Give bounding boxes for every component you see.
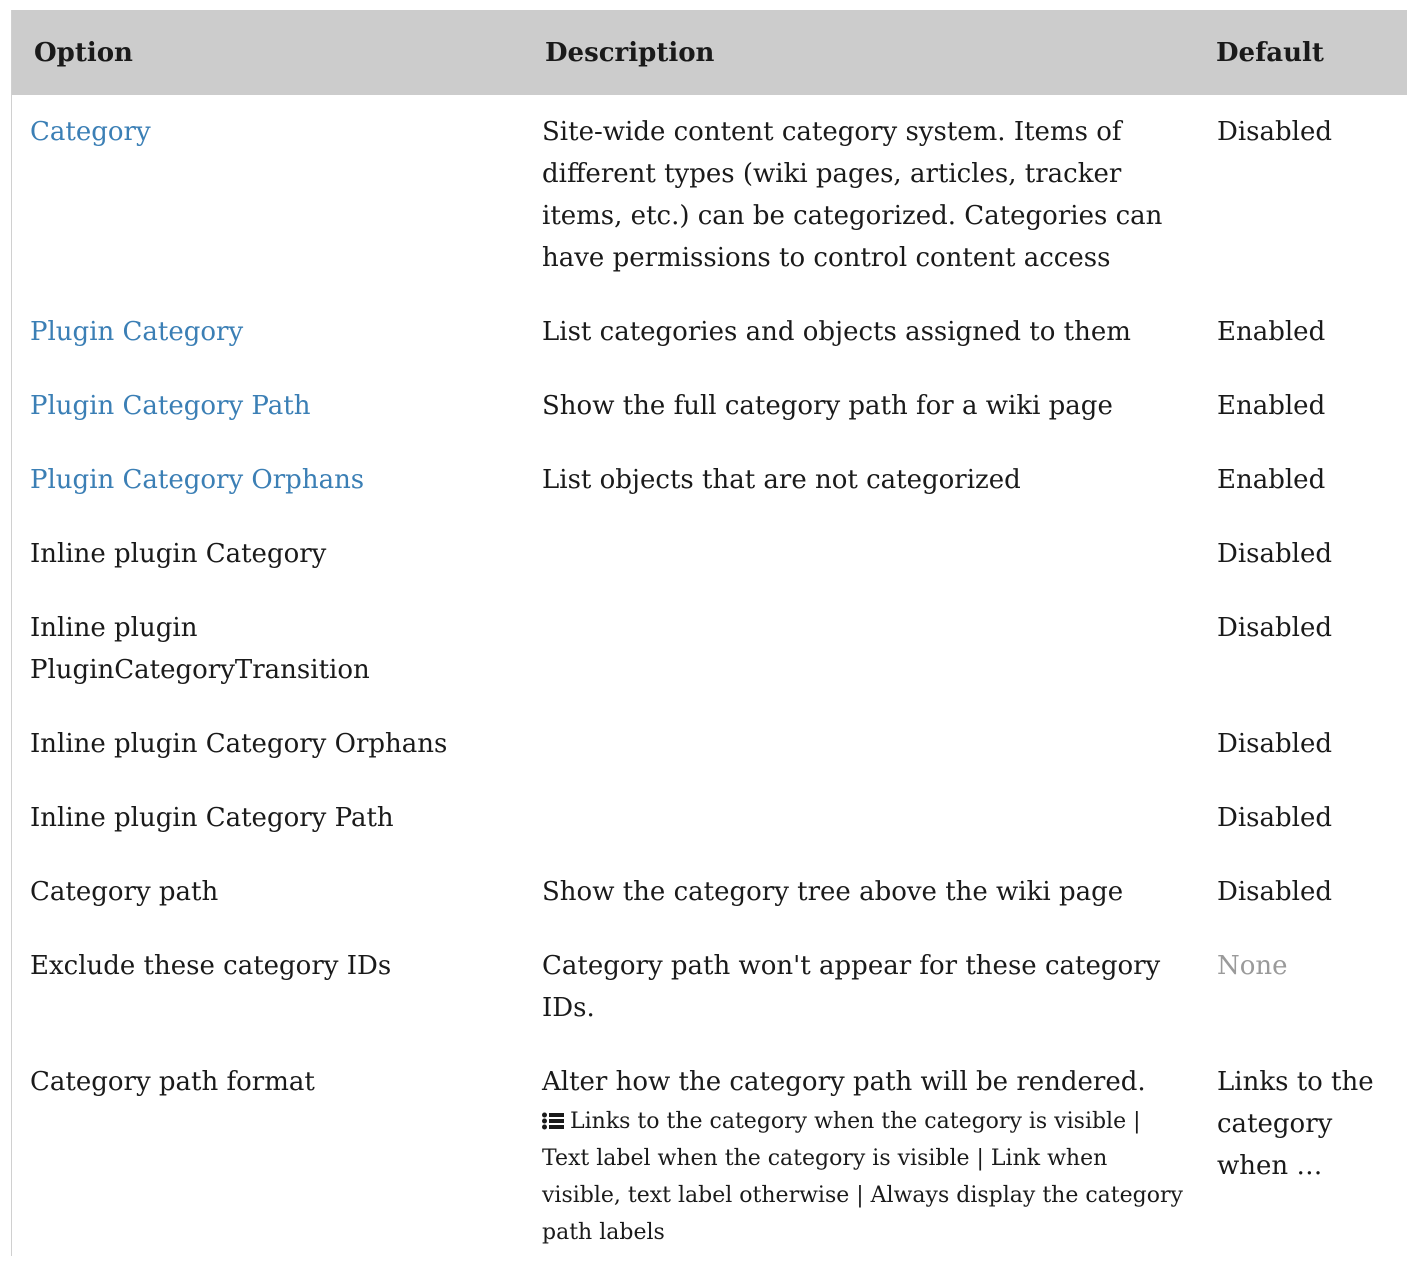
description-cell xyxy=(531,781,1206,855)
description-cell xyxy=(531,707,1206,781)
description-cell: Category path won't appear for these cat… xyxy=(542,951,1161,1023)
option-link-plugin-category-orphans[interactable]: Plugin Category Orphans xyxy=(30,465,364,495)
default-cell: Enabled xyxy=(1217,391,1326,421)
default-cell: Enabled xyxy=(1217,317,1326,347)
list-icon xyxy=(542,1112,564,1130)
option-cell: Exclude these category IDs xyxy=(30,951,392,981)
option-link-plugin-category-path[interactable]: Plugin Category Path xyxy=(30,391,310,421)
preferences-table-container: Option Description Default Category Site… xyxy=(11,10,1407,1256)
default-cell: Disabled xyxy=(1217,117,1332,147)
header-default: Default xyxy=(1216,37,1324,68)
description-cell: Site-wide content category system. Items… xyxy=(542,117,1163,273)
header-description: Description xyxy=(545,37,715,68)
default-cell: Disabled xyxy=(1217,877,1332,907)
option-link-plugin-category[interactable]: Plugin Category xyxy=(30,317,243,347)
table-row: Inline plugin PluginCategoryTransition D… xyxy=(12,591,1407,707)
table-row: Plugin Category Orphans List objects tha… xyxy=(12,443,1407,517)
description-options-text: Links to the category when the category … xyxy=(542,1109,1183,1245)
description-cell: Show the full category path for a wiki p… xyxy=(542,391,1113,421)
table-row: Inline plugin Category Path Disabled xyxy=(12,781,1407,855)
table-row: Category path format Alter how the categ… xyxy=(12,1045,1407,1267)
option-cell: Inline plugin PluginCategoryTransition xyxy=(30,613,370,685)
description-text: Alter how the category path will be rend… xyxy=(542,1067,1146,1097)
default-cell: Disabled xyxy=(1217,539,1332,569)
description-cell: List categories and objects assigned to … xyxy=(542,317,1131,347)
table-row: Inline plugin Category Disabled xyxy=(12,517,1407,591)
option-cell: Category path format xyxy=(30,1067,315,1097)
default-cell: Disabled xyxy=(1217,613,1332,643)
table-row: Plugin Category Path Show the full categ… xyxy=(12,369,1407,443)
table-row: Exclude these category IDs Category path… xyxy=(12,929,1407,1045)
table-row: Category path Show the category tree abo… xyxy=(12,855,1407,929)
description-cell: List objects that are not categorized xyxy=(542,465,1021,495)
option-cell: Inline plugin Category Path xyxy=(30,803,394,833)
header-option: Option xyxy=(34,37,133,68)
default-cell: Enabled xyxy=(1217,465,1326,495)
preferences-table: Option Description Default Category Site… xyxy=(12,10,1407,1267)
description-cell: Show the category tree above the wiki pa… xyxy=(542,877,1124,907)
option-link-category[interactable]: Category xyxy=(30,117,151,147)
option-cell: Plugin Category xyxy=(12,295,531,369)
option-cell: Plugin Category Path xyxy=(12,369,531,443)
option-cell: Inline plugin Category Orphans xyxy=(30,729,448,759)
default-cell: None xyxy=(1217,951,1288,981)
option-cell: Plugin Category Orphans xyxy=(12,443,531,517)
description-options: Links to the category when the category … xyxy=(542,1103,1188,1251)
table-header-row: Option Description Default xyxy=(12,10,1407,95)
option-cell: Category xyxy=(12,95,531,295)
description-cell xyxy=(531,591,1206,707)
table-row: Inline plugin Category Orphans Disabled xyxy=(12,707,1407,781)
table-row: Category Site-wide content category syst… xyxy=(12,95,1407,295)
default-cell: Disabled xyxy=(1217,729,1332,759)
description-cell xyxy=(531,517,1206,591)
default-cell: Links to the category when … xyxy=(1217,1067,1374,1181)
option-cell: Inline plugin Category xyxy=(30,539,327,569)
table-row: Plugin Category List categories and obje… xyxy=(12,295,1407,369)
default-cell: Disabled xyxy=(1217,803,1332,833)
option-cell: Category path xyxy=(30,877,219,907)
description-cell: Alter how the category path will be rend… xyxy=(531,1045,1206,1267)
